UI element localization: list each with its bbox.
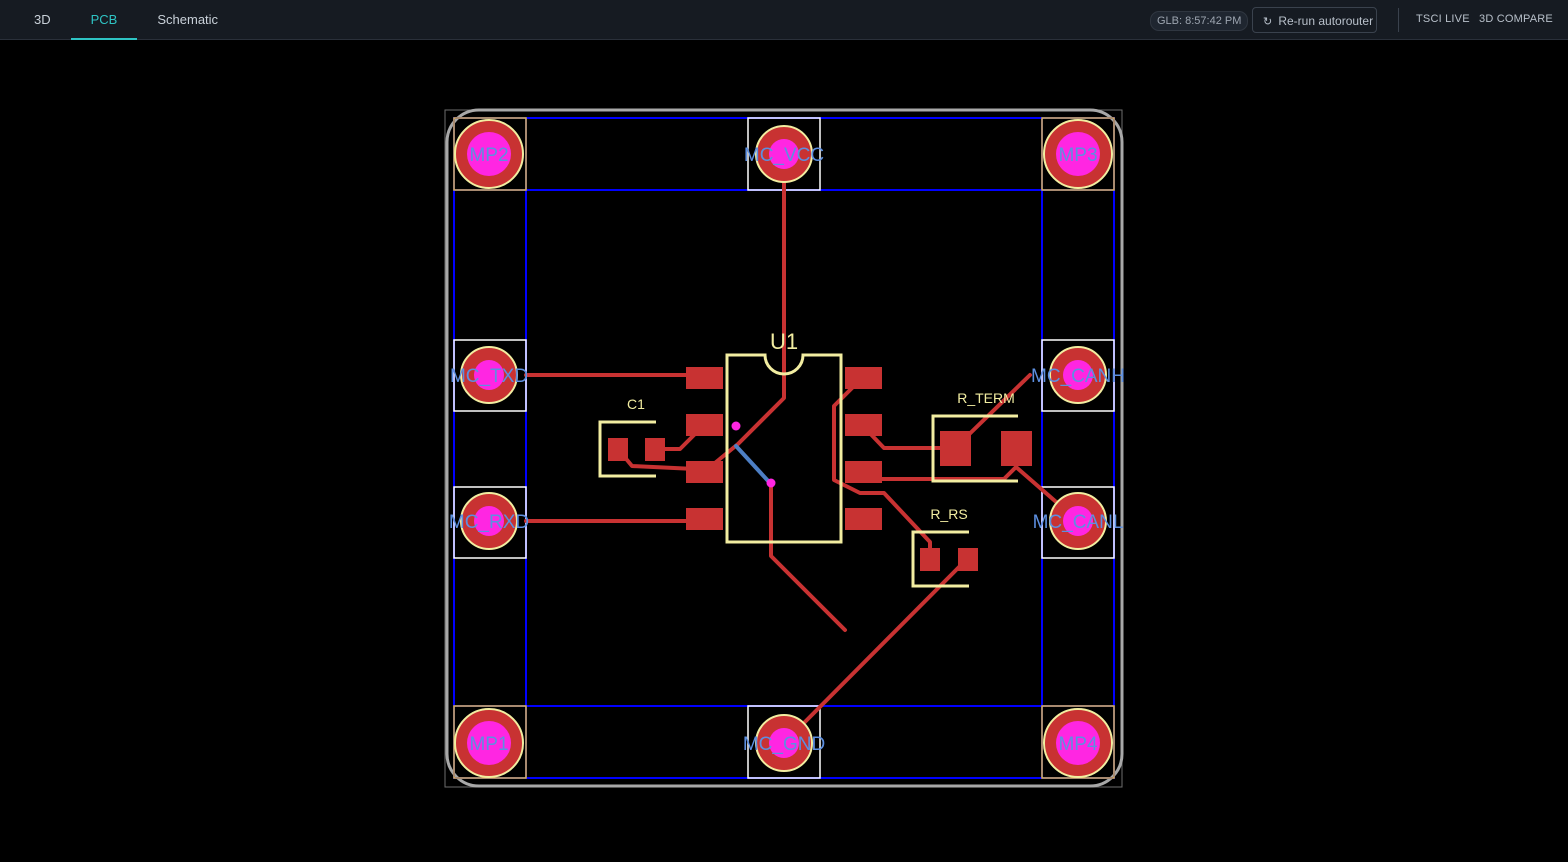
mc-rxd-label: MC_RXD [449, 512, 529, 533]
view-tabs: 3D PCB Schematic [14, 0, 238, 40]
mp2-label: MP2 [469, 145, 508, 166]
mc-canh-label: MC_CANH [1031, 366, 1125, 387]
pad[interactable] [845, 461, 882, 483]
tab-schematic[interactable]: Schematic [137, 0, 238, 40]
pad[interactable] [845, 414, 882, 436]
pad[interactable] [686, 461, 723, 483]
rerun-autorouter-button[interactable]: ↻ Re-run autorouter [1252, 7, 1377, 33]
rerun-autorouter-label: Re-run autorouter [1278, 14, 1374, 28]
3d-compare-link[interactable]: 3D COMPARE [1479, 13, 1553, 25]
pad[interactable] [845, 367, 882, 389]
bottom-copper-trace [734, 444, 772, 485]
top-toolbar: 3D PCB Schematic GLB: 8:57:42 PM ↻ Re-ru… [0, 0, 1568, 40]
tab-pcb[interactable]: PCB [70, 0, 138, 40]
tab-3d[interactable]: 3D [14, 0, 71, 40]
pcb-viewer[interactable]: U1 C1 R_TERM R_RS MP2 MP3 MP1 MP4 MC_VCC… [0, 40, 1568, 857]
refresh-icon: ↻ [1263, 16, 1273, 28]
c1-pad-1[interactable] [608, 438, 628, 461]
r-rs-label: R_RS [930, 506, 967, 522]
r-term-label: R_TERM [957, 390, 1015, 406]
r-rs-pad-2[interactable] [958, 548, 978, 571]
c1-label: C1 [627, 396, 645, 412]
mp1-label: MP1 [469, 734, 508, 755]
mc-gnd-label: MC_GND [743, 734, 825, 755]
r-rs-pad-1[interactable] [920, 548, 940, 571]
pad[interactable] [686, 508, 723, 530]
r-term-pad-1[interactable] [940, 431, 971, 466]
tsci-live-link[interactable]: TSCI LIVE [1416, 13, 1470, 25]
via[interactable] [731, 421, 741, 431]
mc-txd-label: MC_TXD [450, 366, 528, 387]
via[interactable] [766, 478, 776, 488]
mc-vcc-label: MC_VCC [744, 145, 824, 166]
mp3-label: MP3 [1058, 145, 1097, 166]
u1-label: U1 [770, 329, 798, 354]
mc-canl-label: MC_CANL [1033, 512, 1124, 533]
pad[interactable] [686, 414, 723, 436]
mp4-label: MP4 [1058, 734, 1098, 755]
toolbar-divider [1398, 8, 1399, 32]
pad[interactable] [686, 367, 723, 389]
c1-pad-2[interactable] [645, 438, 665, 461]
pad[interactable] [845, 508, 882, 530]
build-time-badge: GLB: 8:57:42 PM [1150, 11, 1249, 31]
r-term-pad-2[interactable] [1001, 431, 1032, 466]
pcb-canvas[interactable]: U1 C1 R_TERM R_RS MP2 MP3 MP1 MP4 MC_VCC… [0, 40, 1568, 857]
